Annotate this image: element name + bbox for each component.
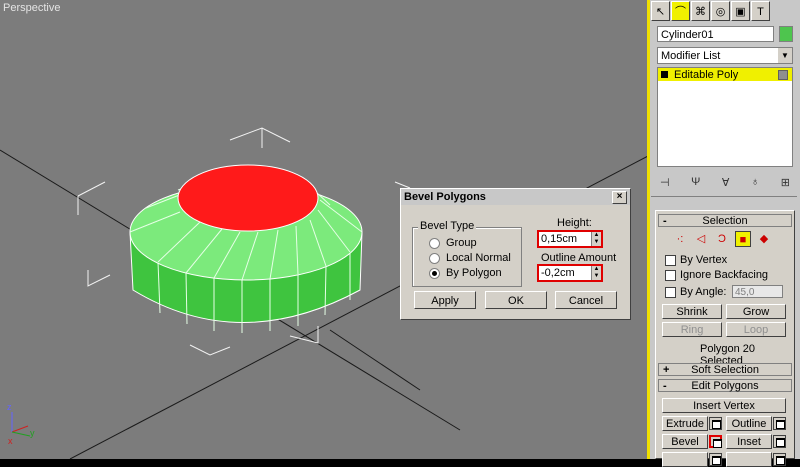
object-name-field[interactable]: Cylinder01 — [657, 26, 774, 42]
more-settings-icon[interactable] — [773, 453, 786, 466]
inset-button[interactable]: Inset — [726, 434, 772, 449]
collapse-icon: - — [663, 215, 667, 227]
expand-icon[interactable] — [661, 71, 668, 78]
close-icon[interactable]: × — [612, 190, 627, 204]
grid-axis-line — [329, 329, 421, 391]
radio-label: Local Normal — [446, 252, 511, 264]
checkbox-icon — [665, 254, 676, 266]
utilities-tab-icon[interactable]: T — [751, 1, 770, 21]
show-end-result-icon[interactable]: Ψ — [691, 176, 700, 189]
remove-modifier-icon[interactable]: ♁ — [751, 176, 759, 189]
bevel-polygons-dialog: Bevel Polygons × Bevel Type Group Local … — [400, 188, 631, 320]
more-button[interactable] — [726, 452, 772, 467]
rollout-title: Selection — [702, 215, 748, 227]
stack-item-label: Editable Poly — [674, 68, 739, 81]
checkbox-label: Ignore Backfacing — [680, 269, 769, 281]
divider — [651, 196, 797, 197]
height-label: Height: — [557, 217, 592, 229]
cancel-button[interactable]: Cancel — [555, 291, 617, 309]
radio-local-normal[interactable]: Local Normal — [429, 252, 511, 264]
radio-label: Group — [446, 237, 477, 249]
outline-amount-value[interactable]: -0,2cm — [539, 266, 591, 280]
make-unique-icon[interactable]: ∀ — [722, 176, 730, 189]
extrude-settings-icon[interactable] — [709, 417, 722, 430]
loop-button[interactable]: Loop — [726, 322, 786, 337]
radio-icon — [429, 237, 440, 249]
ok-button[interactable]: OK — [485, 291, 547, 309]
command-panel-tabs: ↖ ⌒ ⌘ ◎ ▣ T — [651, 1, 770, 21]
spinner-arrows-icon[interactable]: ▲ ▼ — [591, 266, 601, 280]
pin-stack-icon[interactable]: ⊣ — [660, 176, 670, 189]
by-angle-checkbox[interactable]: By Angle: — [665, 286, 726, 298]
checkbox-icon — [665, 286, 676, 298]
collapse-icon: - — [663, 380, 667, 392]
ignore-backfacing-checkbox[interactable]: Ignore Backfacing — [665, 269, 768, 281]
radio-label: By Polygon — [446, 267, 502, 279]
spinner-arrows-icon[interactable]: ▲ ▼ — [591, 232, 601, 246]
more-settings-icon[interactable] — [709, 453, 722, 466]
extrude-button[interactable]: Extrude — [662, 416, 708, 431]
modify-tab-icon[interactable]: ⌒ — [671, 1, 690, 21]
modifier-list-dropdown[interactable]: Modifier List ▼ — [657, 47, 793, 64]
shrink-button[interactable]: Shrink — [662, 304, 722, 319]
hierarchy-tab-icon[interactable]: ⌘ — [691, 1, 710, 21]
object-color-swatch[interactable] — [779, 26, 793, 42]
radio-icon — [429, 252, 440, 264]
create-tab-icon[interactable]: ↖ — [651, 1, 670, 21]
expand-icon: + — [663, 364, 670, 376]
soft-selection-rollout-header[interactable]: + Soft Selection — [658, 363, 792, 376]
selected-polygon — [177, 164, 319, 232]
bevel-type-label: Bevel Type — [418, 220, 477, 232]
apply-button[interactable]: Apply — [414, 291, 476, 309]
modifier-stack: Editable Poly — [657, 67, 793, 167]
display-tab-icon[interactable]: ▣ — [731, 1, 750, 21]
svg-text:y: y — [30, 428, 35, 438]
element-icon[interactable]: ◆ — [756, 231, 772, 247]
ring-button[interactable]: Ring — [662, 322, 722, 337]
by-vertex-checkbox[interactable]: By Vertex — [665, 254, 727, 266]
svg-text:z: z — [7, 402, 12, 412]
radio-by-polygon[interactable]: By Polygon — [429, 267, 502, 279]
more-button[interactable] — [662, 452, 708, 467]
border-icon[interactable]: Ɔ — [714, 231, 730, 247]
modifier-list-label: Modifier List — [661, 50, 721, 62]
radio-group[interactable]: Group — [429, 237, 477, 249]
chevron-down-icon[interactable]: ▼ — [778, 48, 792, 63]
bevel-button[interactable]: Bevel — [662, 434, 708, 449]
motion-tab-icon[interactable]: ◎ — [711, 1, 730, 21]
checkbox-label: By Vertex — [680, 254, 728, 266]
axis-gizmo-icon: z y x — [7, 402, 35, 446]
subobject-level-icons: ·: ◁ Ɔ ■ ◆ — [672, 231, 772, 247]
edit-polygons-rollout-header[interactable]: - Edit Polygons — [658, 379, 792, 392]
stack-item-editable-poly[interactable]: Editable Poly — [658, 68, 792, 81]
inset-settings-icon[interactable] — [773, 435, 786, 448]
svg-text:x: x — [8, 436, 13, 446]
height-value[interactable]: 0,15cm — [539, 232, 591, 246]
checkbox-icon — [665, 269, 676, 281]
outline-amount-label: Outline Amount — [541, 252, 617, 264]
grow-button[interactable]: Grow — [726, 304, 786, 319]
height-spinner[interactable]: 0,15cm ▲ ▼ — [537, 230, 603, 248]
outline-settings-icon[interactable] — [773, 417, 786, 430]
outline-amount-spinner[interactable]: -0,2cm ▲ ▼ — [537, 264, 603, 282]
stack-toggle-icon[interactable] — [778, 69, 788, 80]
selection-rollout-header[interactable]: - Selection — [658, 214, 792, 227]
dialog-title: Bevel Polygons — [404, 191, 486, 203]
insert-vertex-button[interactable]: Insert Vertex — [662, 398, 786, 413]
outline-button[interactable]: Outline — [726, 416, 772, 431]
checkbox-label: By Angle: — [680, 286, 727, 298]
vertex-icon[interactable]: ·: — [672, 231, 688, 247]
polygon-icon[interactable]: ■ — [735, 231, 751, 247]
rollout-title: Soft Selection — [691, 364, 759, 376]
dialog-titlebar[interactable]: Bevel Polygons × — [401, 189, 630, 205]
configure-sets-icon[interactable]: ⊞ — [781, 176, 790, 189]
radio-selected-icon — [429, 267, 440, 279]
angle-spinner[interactable]: 45,0 — [732, 285, 783, 298]
bevel-settings-icon[interactable] — [709, 435, 722, 448]
rollout-title: Edit Polygons — [691, 380, 759, 392]
stack-toolbar: ⊣ Ψ ∀ ♁ ⊞ — [660, 176, 790, 189]
edge-icon[interactable]: ◁ — [693, 231, 709, 247]
